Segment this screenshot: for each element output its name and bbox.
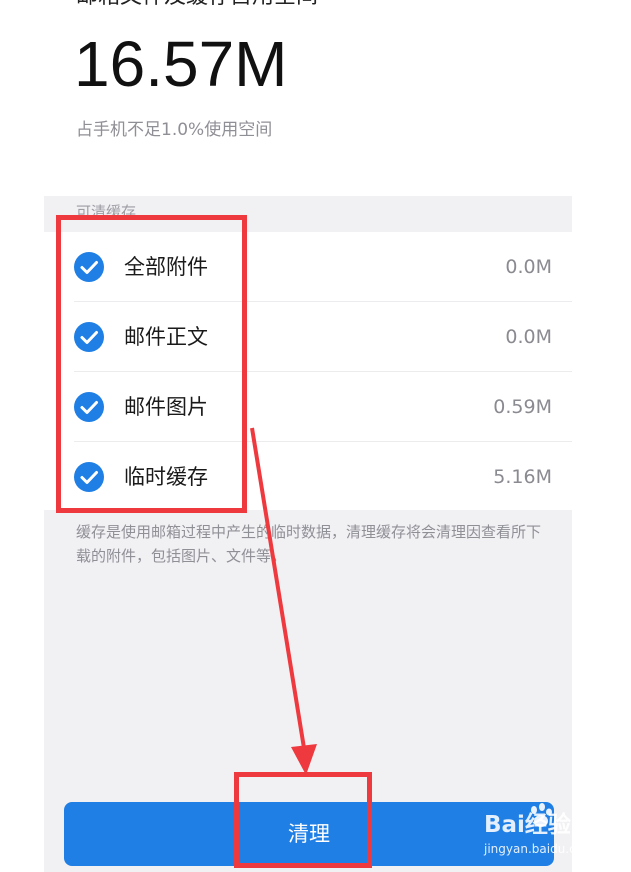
annotation-arrow [250, 427, 317, 775]
watermark-main-text: Bai经验 [484, 812, 571, 838]
watermark-url: jingyan.baidu.com [484, 842, 595, 856]
baidu-watermark: Bai经验 jingyan.baidu.com [484, 802, 604, 862]
